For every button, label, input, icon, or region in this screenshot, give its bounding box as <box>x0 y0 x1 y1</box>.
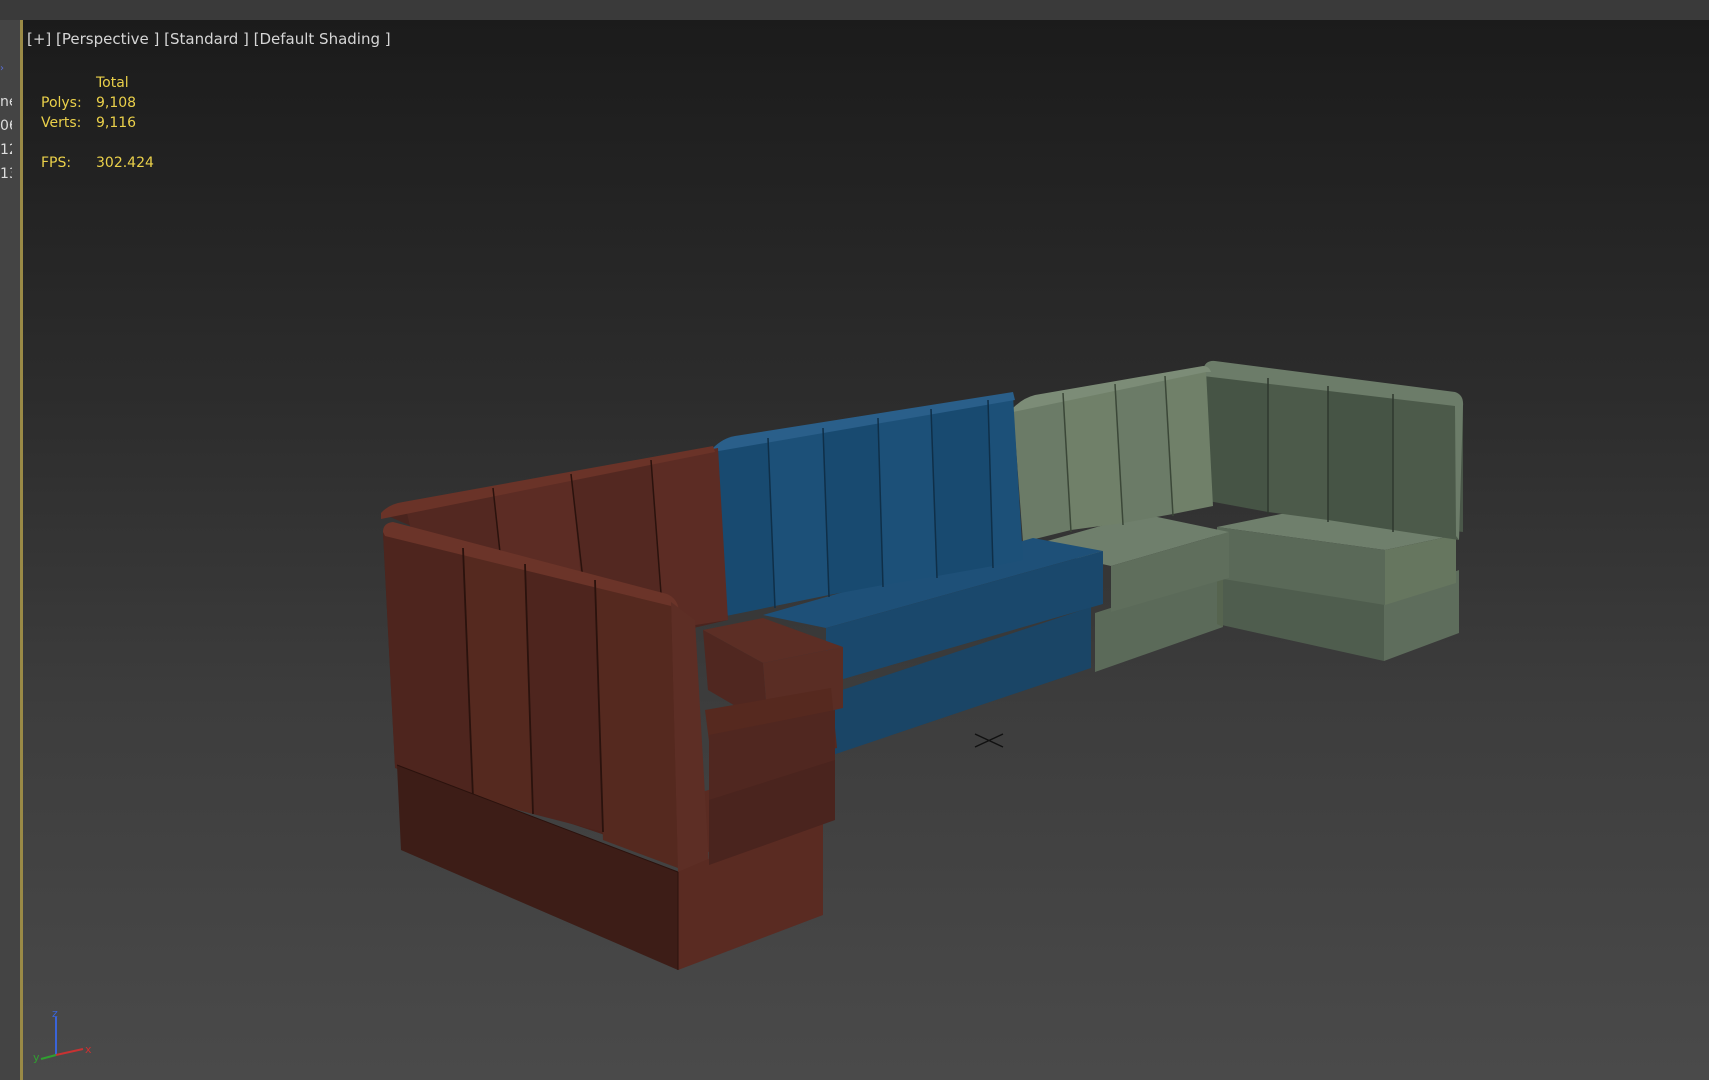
panel-fragment-4: 13 <box>0 166 12 182</box>
stats-header: Total <box>96 75 129 91</box>
panel-arrow-icon: › <box>0 63 4 74</box>
pivot-cross-icon <box>974 733 1004 748</box>
sofa-model[interactable] <box>23 20 1709 1080</box>
panel-fragment-1: ne <box>0 94 12 110</box>
axis-gizmo: z x y <box>33 1007 92 1064</box>
z-axis-label: z <box>52 1007 58 1020</box>
verts-value: 9,116 <box>96 115 137 131</box>
fps-value: 302.424 <box>96 155 154 171</box>
y-axis-label: y <box>33 1051 40 1064</box>
x-axis-label: x <box>85 1043 92 1056</box>
y-axis-line <box>40 1054 57 1060</box>
polys-label: Polys: <box>41 95 82 111</box>
window-top-bar <box>0 0 1709 22</box>
perspective-viewport[interactable]: [+] [Perspective ] [Standard ] [Default … <box>23 20 1709 1080</box>
panel-fragment-3: 12 <box>0 142 12 158</box>
fps-label: FPS: <box>41 155 72 171</box>
verts-label: Verts: <box>41 115 82 131</box>
x-axis-line <box>55 1048 84 1056</box>
viewport-label-menu[interactable]: [+] [Perspective ] [Standard ] [Default … <box>27 30 391 48</box>
polys-value: 9,108 <box>96 95 137 111</box>
panel-fragment-2: 06 <box>0 118 12 134</box>
left-command-panel: ne 06 12 13 › <box>0 20 23 1080</box>
